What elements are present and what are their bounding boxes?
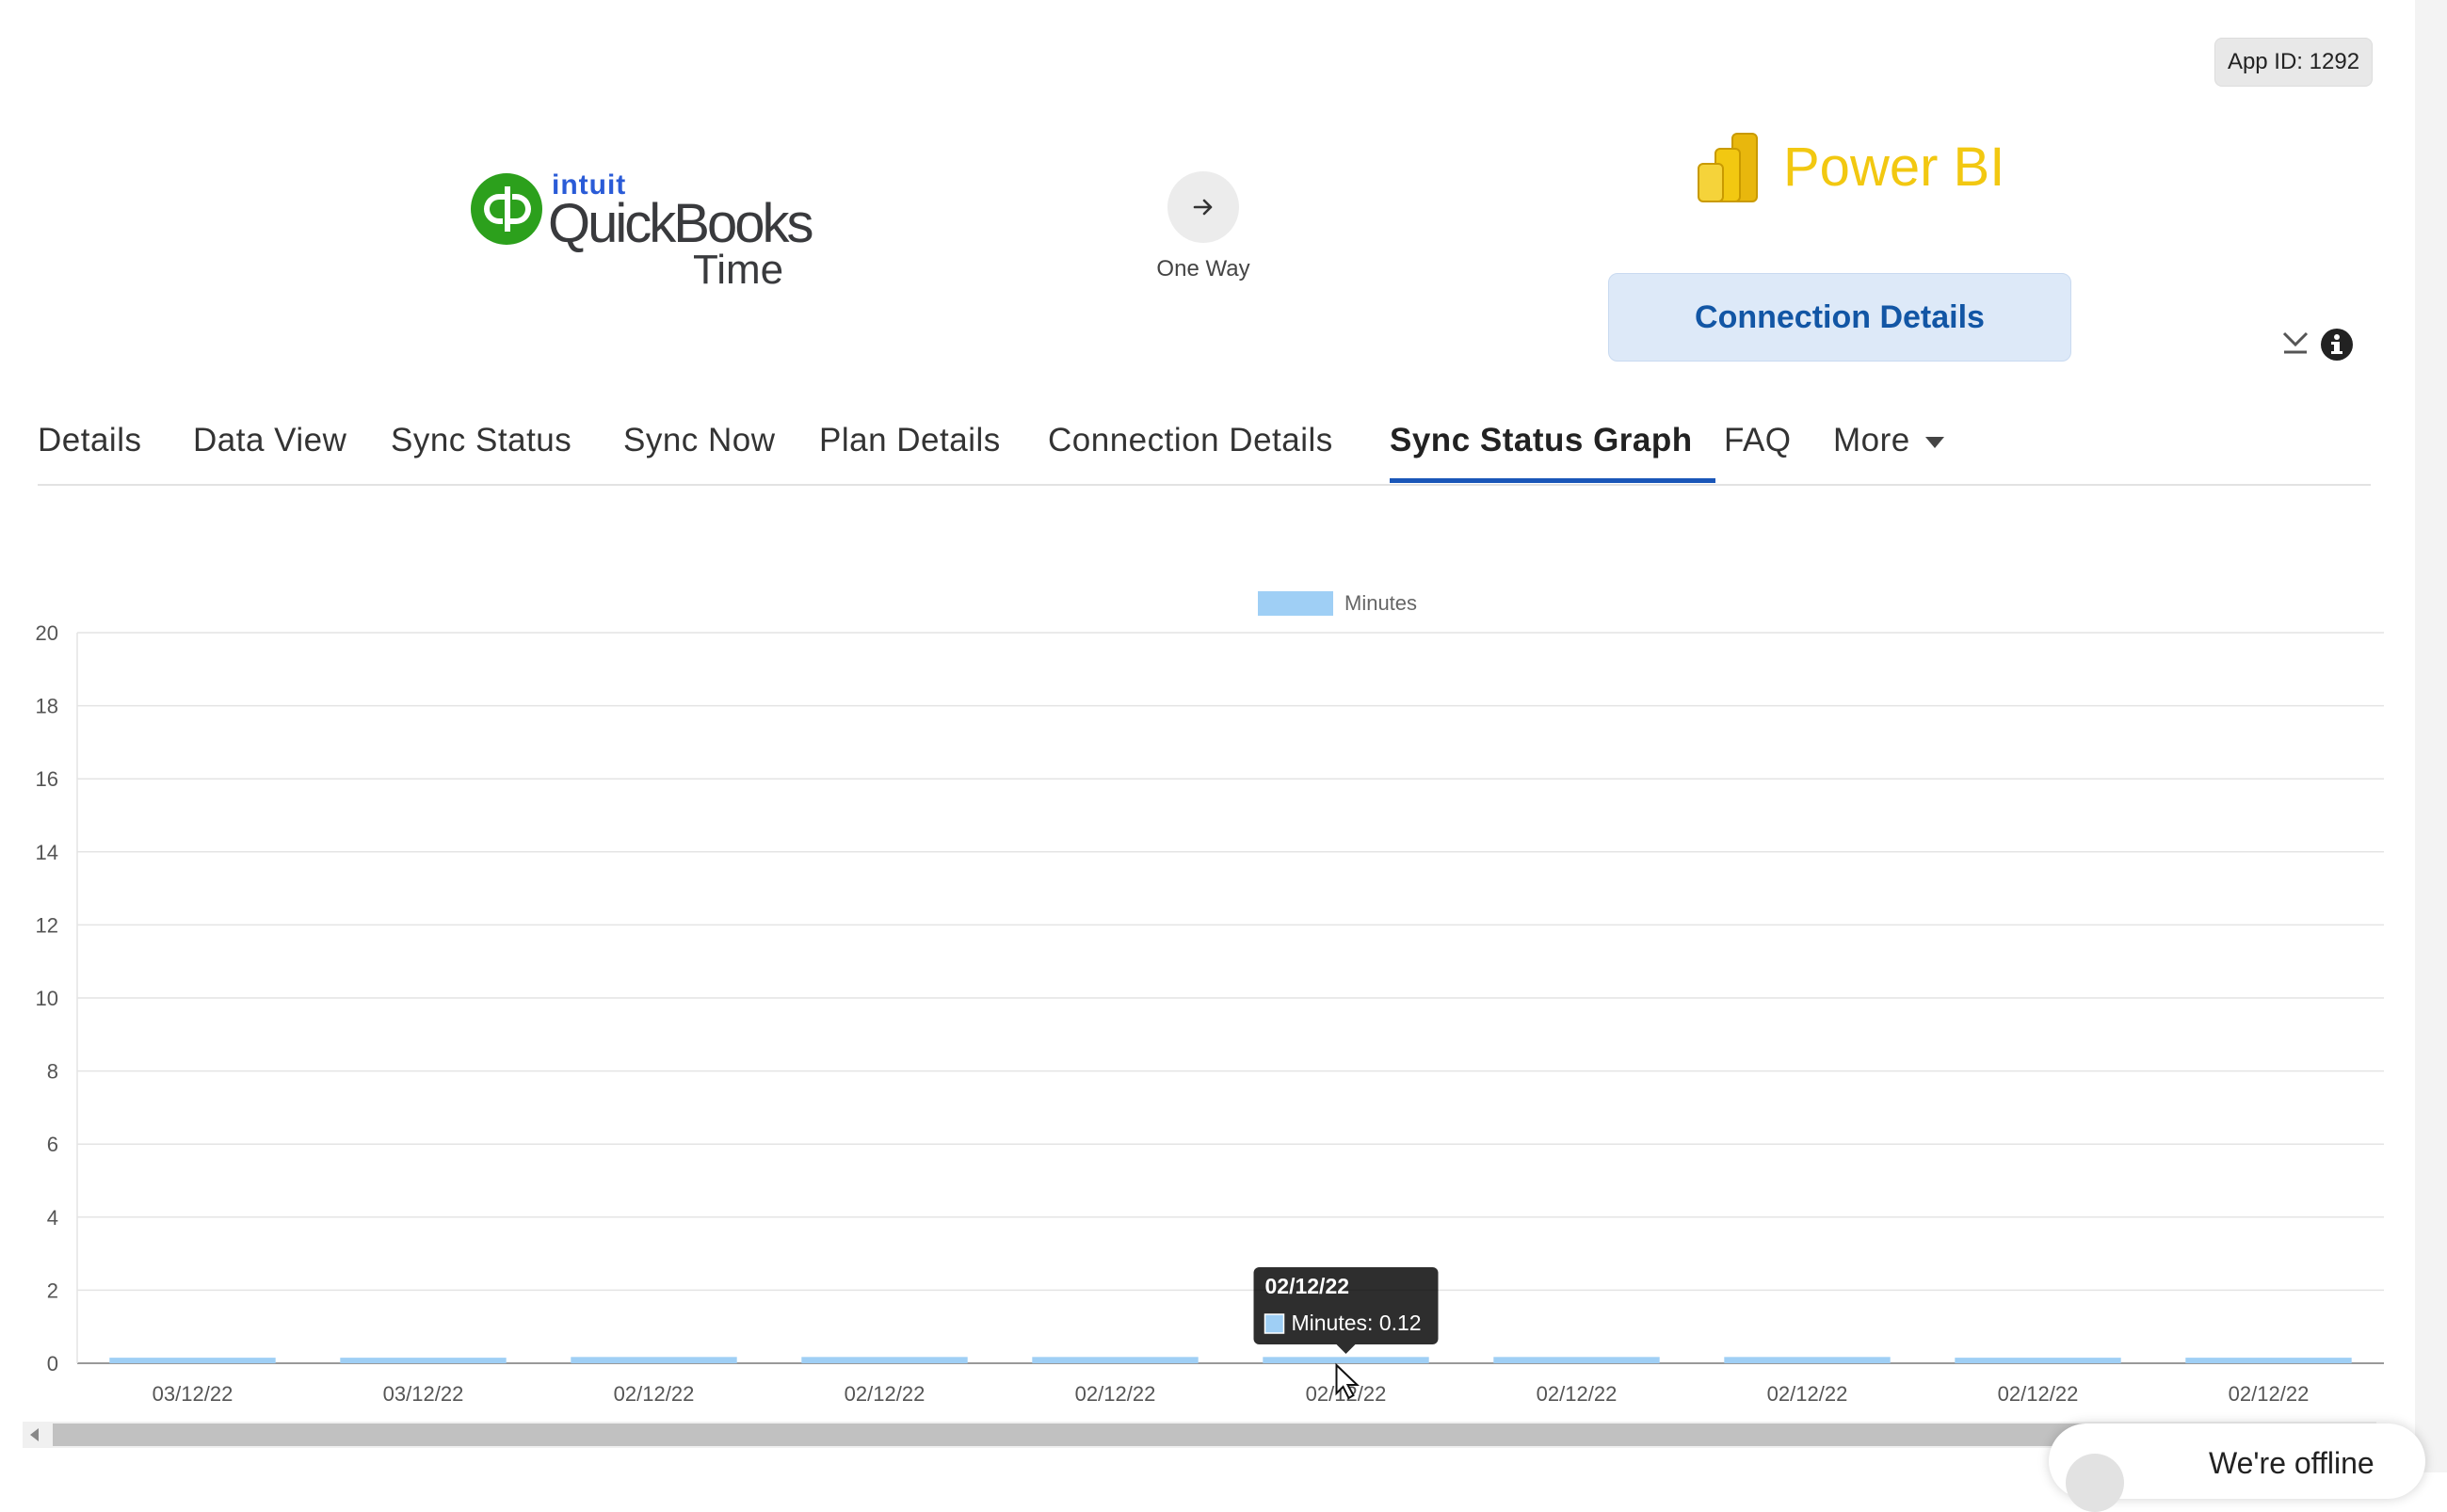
tab-more-label: More [1833,422,1910,458]
y-tick-label: 20 [36,621,58,645]
tab-connection-details[interactable]: Connection Details [1048,422,1333,459]
sync-direction-button[interactable] [1167,171,1239,243]
bar [1263,1357,1429,1363]
scrollbar-thumb[interactable] [53,1424,2133,1446]
utility-icons [2280,324,2358,365]
tooltip-swatch [1264,1313,1285,1334]
tab-bar: Details Data View Sync Status Sync Now P… [38,405,2371,486]
bar [109,1358,276,1363]
x-tick-label: 03/12/22 [383,1382,464,1406]
sync-status-chart: Minutes 0 2 4 6 8 10 12 14 16 18 20 03/12/22 03/12/22… [0,565,2410,1412]
connection-details-button[interactable]: Connection Details [1608,273,2071,362]
quickbooks-wordmark: QuickBooks [548,193,813,254]
y-tick-label: 10 [36,987,58,1010]
active-tab-indicator [1390,478,1715,483]
y-tick-label: 6 [47,1133,58,1156]
tooltip-caret [1336,1344,1356,1354]
y-tick-label: 12 [36,913,58,937]
chat-avatar-icon [2066,1454,2124,1512]
bar [1493,1357,1660,1363]
x-tick-label: 02/12/22 [2229,1382,2310,1406]
info-icon[interactable] [2320,328,2354,362]
y-tick-label: 8 [47,1060,58,1084]
x-tick-label: 02/12/22 [1537,1382,1618,1406]
y-tick-label: 4 [47,1206,58,1230]
legend-swatch [1258,591,1333,616]
tab-more[interactable]: More [1833,422,1944,459]
tab-details[interactable]: Details [38,422,141,459]
y-tick-label: 16 [36,767,58,791]
tab-plan-details[interactable]: Plan Details [819,422,1001,459]
tooltip-title: 02/12/22 [1265,1274,1350,1298]
chart-svg: Minutes 0 2 4 6 8 10 12 14 16 18 20 03/12/22 03/12/22… [36,591,2384,1406]
quickbooks-icon [471,173,542,245]
y-tick-label: 14 [36,841,58,864]
y-tick-label: 0 [47,1352,58,1375]
bar [2185,1358,2352,1363]
quickbooks-time-logo: intuit QuickBooks Time [471,169,813,293]
quickbooks-time-suffix: Time [693,247,784,293]
bar [1955,1358,2121,1363]
x-tick-label: 02/12/22 [845,1382,926,1406]
tooltip-label: Minutes: 0.12 [1292,1311,1422,1335]
x-tick-label: 02/12/22 [614,1382,695,1406]
bar [340,1358,507,1363]
caret-down-icon [1924,436,1944,448]
x-tick-label: 02/12/22 [1075,1382,1156,1406]
tab-data-view[interactable]: Data View [193,422,346,459]
x-tick-label: 02/12/22 [1767,1382,1848,1406]
power-bi-wordmark: Power BI [1783,137,2005,198]
y-tick-label: 2 [47,1279,58,1302]
bar [571,1357,737,1363]
power-bi-logo: Power BI [1691,130,2011,209]
x-tick-label: 03/12/22 [153,1382,233,1406]
x-tick-label: 02/12/22 [1998,1382,2079,1406]
scroll-left-arrow-icon[interactable] [30,1428,39,1441]
tab-faq[interactable]: FAQ [1724,422,1792,459]
tab-sync-now[interactable]: Sync Now [623,422,776,459]
tab-sync-status[interactable]: Sync Status [391,422,572,459]
chart-horizontal-scrollbar[interactable] [23,1422,2376,1448]
vertical-scrollbar[interactable] [2415,0,2447,1472]
sync-direction-label: One Way [1156,256,1250,281]
chat-status-text: We're offline [2209,1446,2375,1480]
legend-label: Minutes [1344,591,1417,615]
power-bi-icon [1698,133,1758,202]
download-icon[interactable] [2280,328,2310,358]
tab-sync-status-graph[interactable]: Sync Status Graph [1390,422,1693,459]
chat-widget[interactable]: We're offline [2049,1424,2425,1512]
arrow-right-icon [1193,199,1213,216]
app-id-badge: App ID: 1292 [2214,38,2373,87]
bar [1724,1357,1891,1363]
bar [801,1357,968,1363]
bar [1032,1357,1199,1363]
y-tick-label: 18 [36,695,58,718]
